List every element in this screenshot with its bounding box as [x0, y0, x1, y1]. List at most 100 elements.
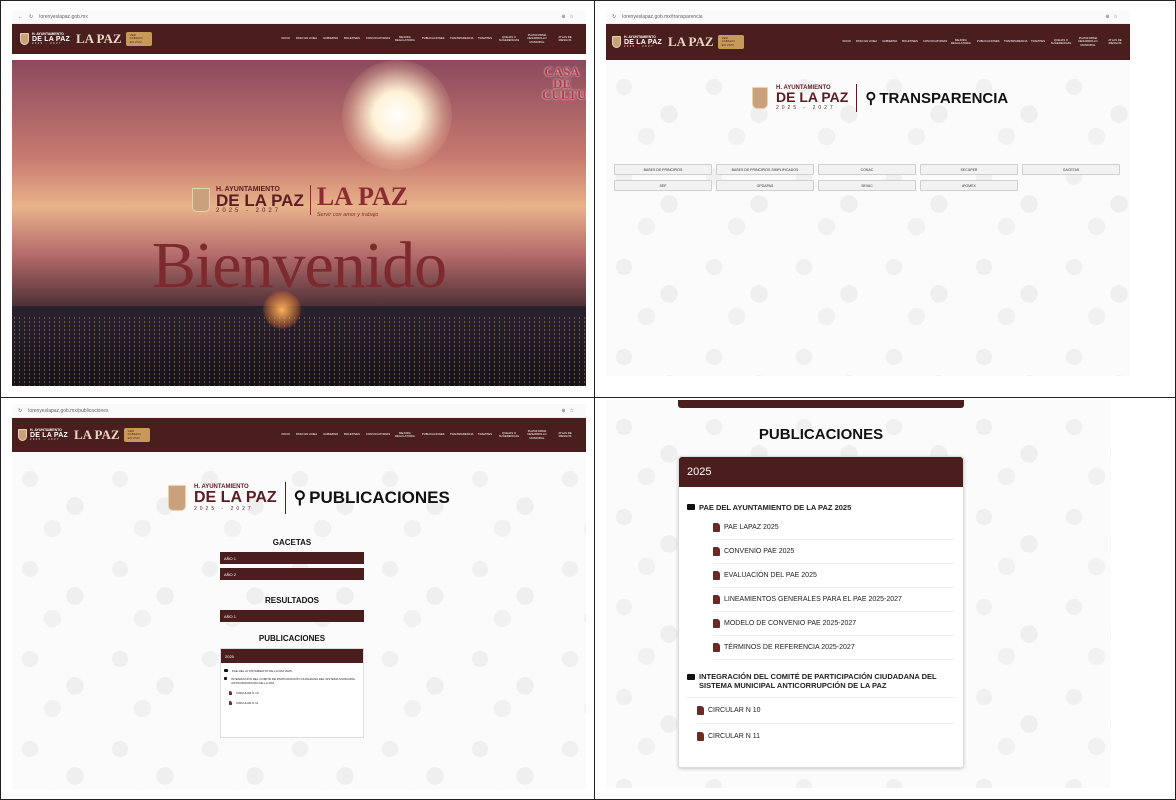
lapaz-logo[interactable]: LA PAZ — [76, 31, 122, 47]
file-item[interactable]: CIRCULAR N 11 — [221, 695, 363, 705]
menu-item[interactable]: BOLETINES — [344, 37, 360, 40]
file-item[interactable]: CONVENIO PAE 2025 — [713, 540, 955, 564]
url-text[interactable]: lorenyeslapaz.gob.mx/publicaciones — [28, 408, 108, 414]
file-item[interactable]: LINEAMIENTOS GENERALES PARA EL PAE 2025-… — [713, 588, 955, 612]
reload-icon[interactable]: ↻ — [29, 14, 33, 20]
file-label: MODELO DE CONVENIO PAE 2025-2027 — [724, 620, 857, 627]
toolbar-icons[interactable]: ⊕☆ — [1105, 14, 1122, 20]
transparencia-button[interactable]: BASES DE PRINCIPIOS SIMPLIFICADOS — [716, 164, 814, 175]
file-item[interactable]: CIRCULAR N 10 — [697, 698, 955, 724]
resultados-year-1[interactable]: AÑO 1 — [220, 610, 364, 622]
folder-section: PAE DEL AYUNTAMIENTO DE LA PAZ 2025 PAE … — [679, 487, 963, 750]
year-header[interactable]: 2025 — [221, 649, 363, 663]
menu-item[interactable]: PLATAFORMA DESARROLLO MUNICIPAL — [526, 34, 548, 43]
year-header[interactable]: 2025 — [679, 457, 963, 487]
url-text[interactable]: lorenyeslapaz.gob.mx — [39, 14, 88, 20]
menu-item[interactable]: GOBIERNO — [323, 433, 338, 436]
menu-item[interactable]: ATLAS DE RIESGOS — [1104, 38, 1126, 45]
menu-item[interactable]: BOLETINES — [902, 40, 918, 43]
menu-item[interactable]: QUEJAS O SUGERENCIAS — [498, 431, 520, 438]
cabildo-live-button[interactable]: VER CABILDO EN VIVO — [717, 35, 744, 49]
back-icon[interactable]: ← — [18, 14, 23, 20]
folder-item[interactable]: PAE DEL AYUNTAMIENTO DE LA PAZ 2025 — [221, 663, 363, 673]
transparencia-button[interactable]: OPDAPAS — [716, 180, 814, 191]
cabildo-live-button[interactable]: VER CABILDO EN VIVO — [123, 428, 150, 442]
menu-item[interactable]: TRAMITES — [478, 37, 492, 40]
lapaz-logo[interactable]: LA PAZ — [74, 427, 120, 443]
file-item[interactable]: TÉRMINOS DE REFERENCIA 2025-2027 — [713, 636, 955, 660]
menu-item[interactable]: INICIO — [842, 40, 851, 43]
toolbar-icons[interactable]: ⊕☆ — [561, 408, 578, 414]
gacetas-year-2[interactable]: AÑO 2 — [220, 568, 364, 580]
folder-item[interactable]: INTEGRACIÓN DEL COMITÉ DE PARTICIPACIÓN … — [687, 672, 955, 691]
menu-item[interactable]: TRANSPARENCIA — [450, 433, 474, 436]
menu-item[interactable]: ATLAS DE RIESGOS — [554, 35, 576, 42]
reload-icon[interactable]: ↻ — [612, 14, 616, 20]
ayuntamiento-logo[interactable]: H. AYUNTAMIENTO DE LA PAZ 2025 - 2027 — [20, 32, 70, 46]
ayuntamiento-logo[interactable]: H. AYUNTAMIENTO DE LA PAZ 2025 - 2027 — [18, 428, 68, 442]
folder-icon — [687, 674, 695, 680]
menu-item[interactable]: PLATAFORMA DESARROLLO MUNICIPAL — [1077, 37, 1099, 46]
transparencia-button[interactable]: CONAC — [818, 164, 916, 175]
menu-item[interactable]: MEJORA REGULATORIA — [950, 38, 972, 45]
site-navbar: H. AYUNTAMIENTO DE LA PAZ 2025 - 2027 LA… — [12, 418, 586, 452]
file-item[interactable]: MODELO DE CONVENIO PAE 2025-2027 — [713, 612, 955, 636]
hero-logo: H. AYUNTAMIENTO DE LA PAZ 2025 - 2027 LA… — [192, 182, 408, 218]
menu-item[interactable]: PUBLICACIONES — [422, 433, 445, 436]
folder-label: PAE DEL AYUNTAMIENTO DE LA PAZ 2025 — [232, 669, 292, 673]
menu-item[interactable]: PUBLICACIONES — [977, 40, 1000, 43]
menu-item[interactable]: PASO EN LINEA — [296, 37, 317, 40]
file-label: EVALUACIÓN DEL PAE 2025 — [724, 572, 817, 579]
menu-item[interactable]: BOLETINES — [344, 433, 360, 436]
file-item[interactable]: CIRCULAR N 10 — [221, 685, 363, 695]
file-item[interactable]: EVALUACIÓN DEL PAE 2025 — [713, 564, 955, 588]
folder-item[interactable]: PAE DEL AYUNTAMIENTO DE LA PAZ 2025 — [687, 503, 955, 512]
address-bar[interactable]: ← ↻ lorenyeslapaz.gob.mx ⊕☆ — [12, 10, 586, 24]
menu-item[interactable]: ATLAS DE RIESGOS — [554, 431, 576, 438]
url-text[interactable]: lorenyeslapaz.gob.mx/transparencia — [622, 14, 702, 20]
lapaz-logo[interactable]: LA PAZ — [668, 34, 714, 50]
menu-item[interactable]: TRANSPARENCIA — [450, 37, 474, 40]
transparencia-button[interactable]: SECUPER — [920, 164, 1018, 175]
cabildo-live-button[interactable]: VER CABILDO EN VIVO — [125, 32, 152, 46]
menu-item[interactable]: TRAMITES — [1031, 40, 1045, 43]
menu-item[interactable]: CONVOCATORIAS — [923, 40, 947, 43]
gacetas-year-1[interactable]: AÑO 1 — [220, 552, 364, 564]
transparencia-button[interactable]: SEP — [614, 180, 712, 191]
file-item[interactable]: CIRCULAR N 11 — [697, 724, 955, 750]
reload-icon[interactable]: ↻ — [18, 408, 22, 414]
transparencia-button[interactable]: BASES DE PRINCIPIOS — [614, 164, 712, 175]
file-label: CONVENIO PAE 2025 — [724, 548, 795, 555]
menu-item[interactable]: TRANSPARENCIA — [1004, 40, 1028, 43]
transparencia-button[interactable]: SEVAC — [818, 180, 916, 191]
toolbar-icons[interactable]: ⊕☆ — [561, 14, 578, 20]
menu-item[interactable]: INICIO — [281, 37, 290, 40]
file-item[interactable]: PAE LAPAZ 2025 — [713, 516, 955, 540]
menu-item[interactable]: CONVOCATORIAS — [366, 37, 390, 40]
transparencia-button[interactable]: IPOMEX — [920, 180, 1018, 191]
menu-item[interactable]: PASO EN LINEA — [296, 433, 317, 436]
gacetas-title: GACETAS — [272, 538, 312, 547]
file-label: PAE LAPAZ 2025 — [724, 524, 779, 531]
menu-item[interactable]: TRAMITES — [478, 433, 492, 436]
menu-item[interactable]: MEJORA REGULATORIA — [394, 35, 416, 42]
menu-item[interactable]: QUEJAS O SUGERENCIAS — [498, 35, 520, 42]
address-bar[interactable]: ↻ lorenyeslapaz.gob.mx/publicaciones ⊕☆ — [12, 404, 586, 418]
ayuntamiento-logo[interactable]: H. AYUNTAMIENTO DE LA PAZ 2025 - 2027 — [612, 35, 662, 49]
menu-item[interactable]: GOBIERNO — [882, 40, 897, 43]
menu-item[interactable]: QUEJAS O SUGERENCIAS — [1050, 38, 1072, 45]
hero-lapaz-text: LA PAZ — [316, 182, 409, 211]
menu-item[interactable]: PASO EN LINEA — [856, 40, 877, 43]
hero-slogan-text: Servir con amor y trabajo — [316, 212, 379, 218]
menu-item[interactable]: INICIO — [281, 433, 290, 436]
folder-item[interactable]: INTEGRACIÓN DEL COMITÉ DE PARTICIPACIÓN … — [221, 673, 363, 685]
menu-item[interactable]: CONVOCATORIAS — [366, 433, 390, 436]
casa-de-cultura-logo[interactable]: CASA DE CULTURA — [542, 65, 586, 101]
transparencia-body: H. AYUNTAMIENTO DE LA PAZ 2025 - 2027 ⚲ T… — [606, 60, 1130, 376]
transparencia-button[interactable]: GACETAS — [1022, 164, 1120, 175]
address-bar[interactable]: ↻ lorenyeslapaz.gob.mx/transparencia ⊕☆ — [606, 10, 1130, 24]
menu-item[interactable]: GOBIERNO — [323, 37, 338, 40]
menu-item[interactable]: PLATAFORMA DESARROLLO MUNICIPAL — [526, 430, 548, 439]
menu-item[interactable]: MEJORA REGULATORIA — [394, 431, 416, 438]
menu-item[interactable]: PUBLICACIONES — [422, 37, 445, 40]
